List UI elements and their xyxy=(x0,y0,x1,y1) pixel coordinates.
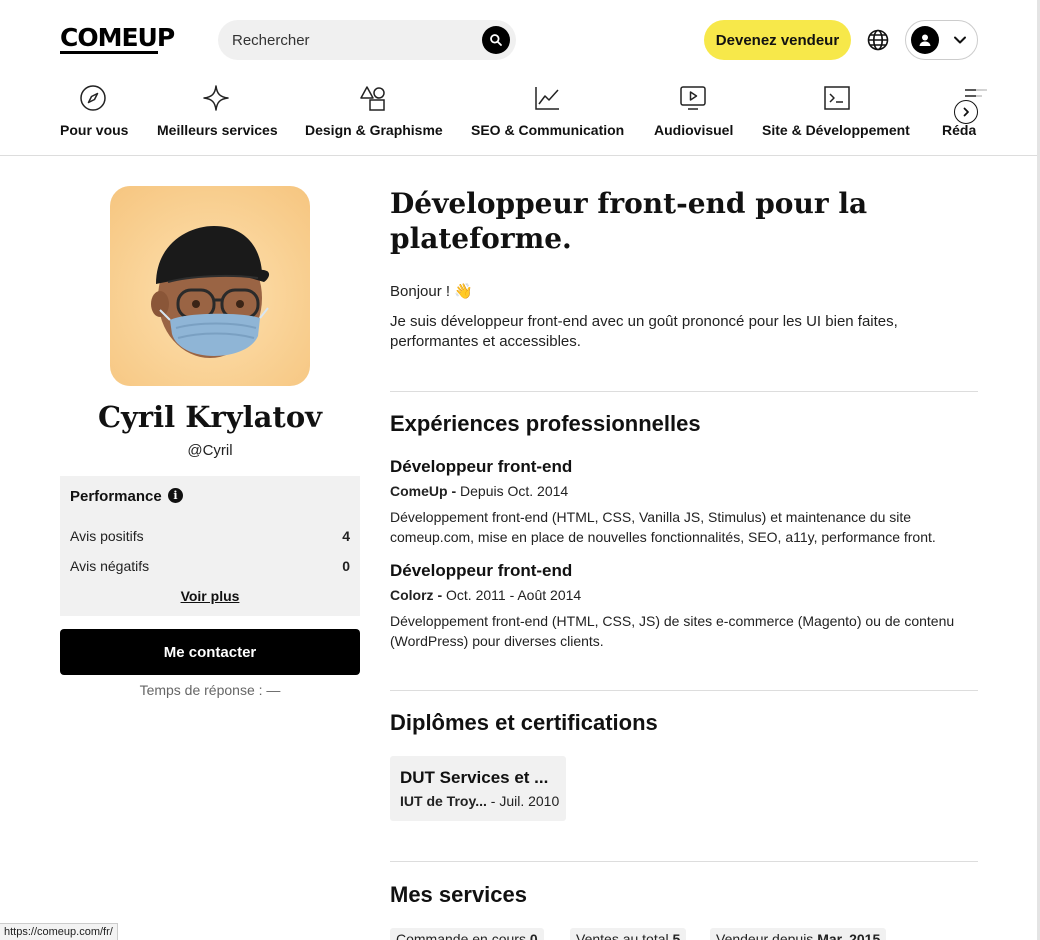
performance-title: Performance xyxy=(70,488,162,505)
diploma-meta: IUT de Troy... - Juil. 2010 xyxy=(400,793,560,809)
category-label: SEO & Communication xyxy=(471,122,625,138)
experience-meta: ComeUp - Depuis Oct. 2014 xyxy=(390,483,569,499)
see-more-link[interactable]: Voir plus xyxy=(60,588,360,604)
category-nav: Pour vous Meilleurs services Design & Gr… xyxy=(0,80,1040,156)
profile-name: Cyril Krylatov xyxy=(97,400,323,434)
chart-line-icon xyxy=(535,87,559,110)
category-label: Design & Graphisme xyxy=(305,122,443,138)
negative-reviews-label: Avis négatifs xyxy=(70,558,150,574)
diplomas-heading: Diplômes et certifications xyxy=(390,710,658,735)
diploma-title: DUT Services et ... xyxy=(400,768,549,787)
chevron-down-icon xyxy=(954,36,966,44)
experience-period: Oct. 2011 - Août 2014 xyxy=(446,587,582,603)
response-time: Temps de réponse : — xyxy=(139,682,281,698)
stat-value: 5 xyxy=(672,931,681,940)
profile-avatar xyxy=(110,186,310,386)
diploma-card[interactable]: DUT Services et ... IUT de Troy... - Jui… xyxy=(390,756,566,821)
experience-description: Développement front-end (HTML, CSS, Vani… xyxy=(390,509,936,545)
nav-fade xyxy=(976,80,1040,155)
experience-title: Développeur front-end xyxy=(390,457,573,476)
section-divider xyxy=(390,690,978,691)
user-menu-button[interactable] xyxy=(905,20,978,60)
category-label: Réda xyxy=(942,122,977,138)
stat-value: 0 xyxy=(529,931,538,940)
category-design-graphisme[interactable]: Design & Graphisme xyxy=(305,80,443,155)
positive-reviews-value: 4 xyxy=(342,528,350,544)
section-divider xyxy=(390,861,978,862)
section-divider xyxy=(390,391,978,392)
globe-icon[interactable] xyxy=(866,28,890,52)
compass-icon xyxy=(80,85,106,111)
stat-value: Mar. 2015 xyxy=(817,931,881,940)
category-label: Audiovisuel xyxy=(654,122,734,138)
experience-title: Développeur front-end xyxy=(390,561,573,580)
diploma-date: Juil. 2010 xyxy=(499,793,560,809)
experience-company: ComeUp xyxy=(390,483,448,499)
video-play-icon xyxy=(680,86,706,110)
positive-reviews-label: Avis positifs xyxy=(70,528,144,544)
stat-chip: Ventes au total 5 xyxy=(570,928,687,940)
bio-text: Je suis développeur front-end avec un go… xyxy=(390,313,898,350)
category-label: Pour vous xyxy=(60,122,129,138)
experience-meta: Colorz - Oct. 2011 - Août 2014 xyxy=(390,587,582,603)
logo-underline xyxy=(60,51,158,54)
page-title: Développeur front-end pour la plateforme… xyxy=(390,187,868,255)
search-bar xyxy=(218,20,516,60)
category-label: Site & Développement xyxy=(762,122,910,138)
stat-label: Ventes au total xyxy=(576,931,669,940)
contact-button[interactable]: Me contacter xyxy=(60,629,360,675)
search-button[interactable] xyxy=(482,26,510,54)
header: COMEUP Devenez vendeur xyxy=(0,0,1040,80)
negative-reviews-value: 0 xyxy=(342,558,350,574)
diploma-school: IUT de Troy... xyxy=(400,793,487,809)
experiences-heading: Expériences professionnelles xyxy=(390,411,701,436)
comeup-logo[interactable]: COMEUP xyxy=(60,24,175,52)
nav-next-button[interactable] xyxy=(954,100,978,124)
category-pour-vous[interactable]: Pour vous xyxy=(60,80,129,155)
become-seller-button[interactable]: Devenez vendeur xyxy=(704,20,851,60)
experience-period: Depuis Oct. 2014 xyxy=(460,483,569,499)
memoji-avatar-image xyxy=(151,226,270,358)
services-heading: Mes services xyxy=(390,882,527,907)
category-site-developpement[interactable]: Site & Développement xyxy=(762,80,912,155)
profile-handle: @Cyril xyxy=(187,442,233,459)
experience-company: Colorz xyxy=(390,587,434,603)
shapes-icon xyxy=(360,86,385,111)
status-bar-url: https://comeup.com/fr/ xyxy=(0,923,118,940)
stat-label: Vendeur depuis xyxy=(716,931,814,940)
category-meilleurs-services[interactable]: Meilleurs services xyxy=(157,80,278,155)
experience-description: Développement front-end (HTML, CSS, JS) … xyxy=(390,613,955,649)
category-seo-communication[interactable]: SEO & Communication xyxy=(471,80,624,155)
positive-reviews-row: Avis positifs 4 xyxy=(70,528,350,544)
user-avatar-icon xyxy=(911,26,939,54)
chevron-right-icon xyxy=(963,107,969,117)
stat-label: Commande en cours xyxy=(396,931,526,940)
search-input[interactable] xyxy=(232,20,482,60)
negative-reviews-row: Avis négatifs 0 xyxy=(70,558,350,574)
star-icon xyxy=(203,85,229,111)
search-icon xyxy=(490,34,502,46)
terminal-icon xyxy=(824,86,850,110)
category-label: Meilleurs services xyxy=(157,122,278,138)
stat-chip: Vendeur depuis Mar. 2015 xyxy=(710,928,887,940)
stat-chip: Commande en cours 0 xyxy=(390,928,544,940)
info-icon[interactable]: i xyxy=(168,488,183,503)
performance-card: Performance i Avis positifs 4 Avis négat… xyxy=(60,476,360,616)
category-audiovisuel[interactable]: Audiovisuel xyxy=(654,80,734,155)
greeting-text: Bonjour ! 👋 xyxy=(390,283,473,300)
